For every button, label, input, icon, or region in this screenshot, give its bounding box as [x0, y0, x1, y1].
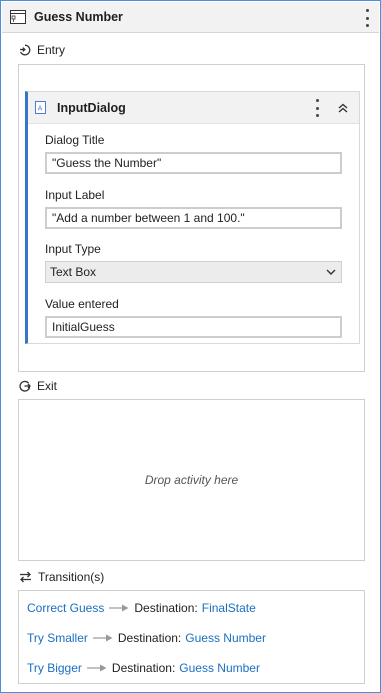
entry-icon: [20, 44, 31, 56]
transition-row: Try Smaller Destination: Guess Number: [27, 631, 266, 645]
chevron-down-icon: [326, 269, 336, 275]
input-label-input[interactable]: [45, 207, 342, 229]
exit-icon: [19, 380, 31, 392]
value-entered-label: Value entered: [45, 297, 119, 311]
dialog-title-label: Dialog Title: [45, 133, 105, 147]
arrow-right-icon: [92, 634, 113, 642]
destination-label: Destination:: [111, 661, 176, 675]
destination-link[interactable]: Guess Number: [179, 661, 260, 675]
dialog-title-input[interactable]: [45, 152, 342, 174]
destination-link[interactable]: FinalState: [202, 601, 256, 615]
input-dialog-activity[interactable]: A InputDialog Dialog Title Input Label I…: [25, 91, 360, 344]
svg-text:A: A: [38, 105, 43, 113]
input-dialog-icon: A: [35, 101, 46, 114]
destination-label: Destination:: [117, 631, 182, 645]
transition-link[interactable]: Try Bigger: [27, 661, 82, 675]
collapse-icon[interactable]: [336, 101, 350, 115]
entry-section-label: Entry: [19, 43, 65, 57]
state-menu-icon[interactable]: [363, 9, 371, 27]
arrow-right-icon: [109, 604, 129, 612]
transition-link[interactable]: Correct Guess: [27, 601, 104, 615]
state-icon: [10, 10, 26, 24]
input-type-select[interactable]: Text Box: [45, 261, 342, 283]
destination-label: Destination:: [134, 601, 198, 615]
state-container: Guess Number Entry A InputDialog Dialog …: [0, 0, 381, 693]
transitions-icon: [20, 571, 31, 583]
transition-link[interactable]: Try Smaller: [27, 631, 88, 645]
state-header[interactable]: Guess Number: [2, 2, 379, 33]
activity-menu-icon[interactable]: [313, 99, 321, 117]
input-type-label: Input Type: [45, 242, 101, 256]
destination-link[interactable]: Guess Number: [185, 631, 266, 645]
activity-title: InputDialog: [57, 100, 126, 115]
state-title: Guess Number: [34, 10, 123, 24]
transition-row: Try Bigger Destination: Guess Number: [27, 661, 260, 675]
input-type-value: Text Box: [50, 265, 97, 279]
entry-label: Entry: [37, 43, 66, 57]
drop-activity-text: Drop activity here: [144, 473, 239, 487]
arrow-right-icon: [86, 664, 107, 672]
exit-section-label: Exit: [19, 379, 57, 393]
input-label-label: Input Label: [45, 188, 105, 202]
exit-label: Exit: [37, 379, 58, 393]
value-entered-input[interactable]: [45, 316, 342, 338]
transitions-list: Correct Guess Destination: FinalState Tr…: [18, 590, 365, 684]
transition-row: Correct Guess Destination: FinalState: [27, 601, 256, 615]
transitions-label: Transition(s): [38, 570, 105, 584]
transitions-section-label: Transition(s): [19, 570, 104, 584]
activity-header[interactable]: A InputDialog: [28, 92, 359, 124]
exit-drop-area[interactable]: Drop activity here: [18, 399, 365, 561]
